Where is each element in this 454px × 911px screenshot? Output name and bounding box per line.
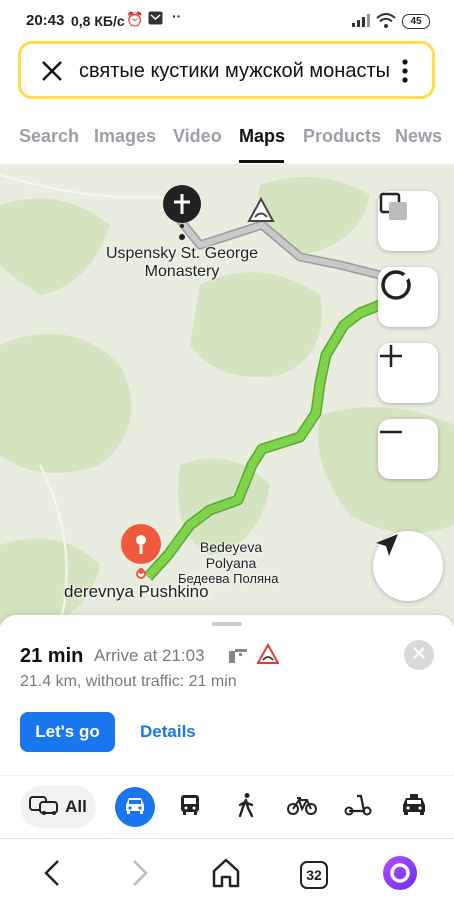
status-bar: 20:43 0,8 КБ/с ⏰ ·· 45	[0, 0, 454, 40]
my-location-button[interactable]	[373, 531, 443, 601]
network-speed: 0,8 КБ/с	[71, 13, 125, 29]
tab-search[interactable]: Search	[19, 126, 79, 147]
active-tab-indicator	[239, 160, 284, 163]
toll-gate-icon	[227, 645, 249, 670]
alice-map-button[interactable]	[378, 267, 438, 327]
details-link[interactable]: Details	[140, 722, 196, 742]
monastery-label: Uspensky St. George Monastery	[105, 245, 259, 280]
tab-news[interactable]: News	[395, 126, 442, 147]
village-label-ru: Бедеева Поляна	[178, 571, 279, 586]
map-view[interactable]: Uspensky St. George Monastery derevnya P…	[0, 165, 454, 625]
search-tabs: Search Images Video Maps Products News	[0, 114, 454, 165]
signal-icon	[352, 14, 370, 31]
mode-taxi-button[interactable]	[399, 792, 429, 822]
mode-all-button[interactable]: All	[20, 786, 96, 828]
tab-maps[interactable]: Maps	[239, 126, 285, 147]
road-warning-icon	[256, 642, 280, 670]
alarm-icon: ⏰	[126, 11, 144, 27]
village-label: Bedeyeva Polyana	[199, 539, 263, 571]
zoom-in-button[interactable]	[378, 343, 438, 403]
wifi-icon	[376, 13, 396, 32]
mode-scooter-button[interactable]	[343, 792, 373, 822]
tab-video[interactable]: Video	[173, 126, 222, 147]
bus-icon	[178, 793, 202, 822]
mail-icon	[148, 11, 163, 28]
arrival-time: Arrive at 21:03	[94, 646, 205, 665]
alice-button[interactable]	[376, 851, 424, 899]
forward-button[interactable]	[116, 851, 164, 899]
home-icon	[210, 857, 242, 894]
close-icon	[413, 646, 425, 664]
all-transport-icon	[29, 794, 59, 821]
browser-nav-bar: 32	[0, 838, 454, 911]
tab-count: 32	[300, 861, 328, 889]
chevron-left-icon	[42, 859, 62, 892]
mode-car-button[interactable]	[115, 787, 155, 827]
home-button[interactable]	[202, 851, 250, 899]
bicycle-icon	[287, 794, 317, 821]
chevron-right-icon	[130, 859, 150, 892]
mode-walk-button[interactable]	[231, 792, 261, 822]
more-menu-icon[interactable]	[393, 56, 417, 88]
tab-images[interactable]: Images	[94, 126, 156, 147]
scooter-icon	[344, 793, 372, 822]
battery-icon: 45	[402, 14, 430, 29]
walk-icon	[234, 792, 258, 823]
zoom-out-button[interactable]	[378, 419, 438, 479]
taxi-icon	[401, 793, 427, 822]
mode-bus-button[interactable]	[175, 792, 205, 822]
alice-icon	[381, 854, 419, 897]
transport-modes: All	[0, 775, 454, 838]
status-time: 20:43	[26, 12, 65, 29]
more-dots-icon: ··	[172, 8, 182, 24]
car-icon	[123, 795, 147, 820]
mode-bicycle-button[interactable]	[287, 792, 317, 822]
tabs-button[interactable]: 32	[290, 851, 338, 899]
search-input[interactable]: святые кустики мужской монастырь	[79, 60, 389, 83]
search-bar: святые кустики мужской монастырь	[18, 41, 435, 99]
tab-products[interactable]: Products	[303, 126, 381, 147]
layers-button[interactable]	[378, 191, 438, 251]
close-icon[interactable]	[39, 58, 65, 84]
back-button[interactable]	[28, 851, 76, 899]
clear-route-button[interactable]	[404, 640, 434, 670]
route-duration: 21 min	[20, 645, 84, 667]
lets-go-button[interactable]: Let's go	[20, 712, 115, 752]
mode-all-label: All	[65, 797, 87, 816]
sheet-handle[interactable]	[212, 622, 242, 626]
route-distance: 21.4 km, without traffic: 21 min	[20, 673, 237, 690]
